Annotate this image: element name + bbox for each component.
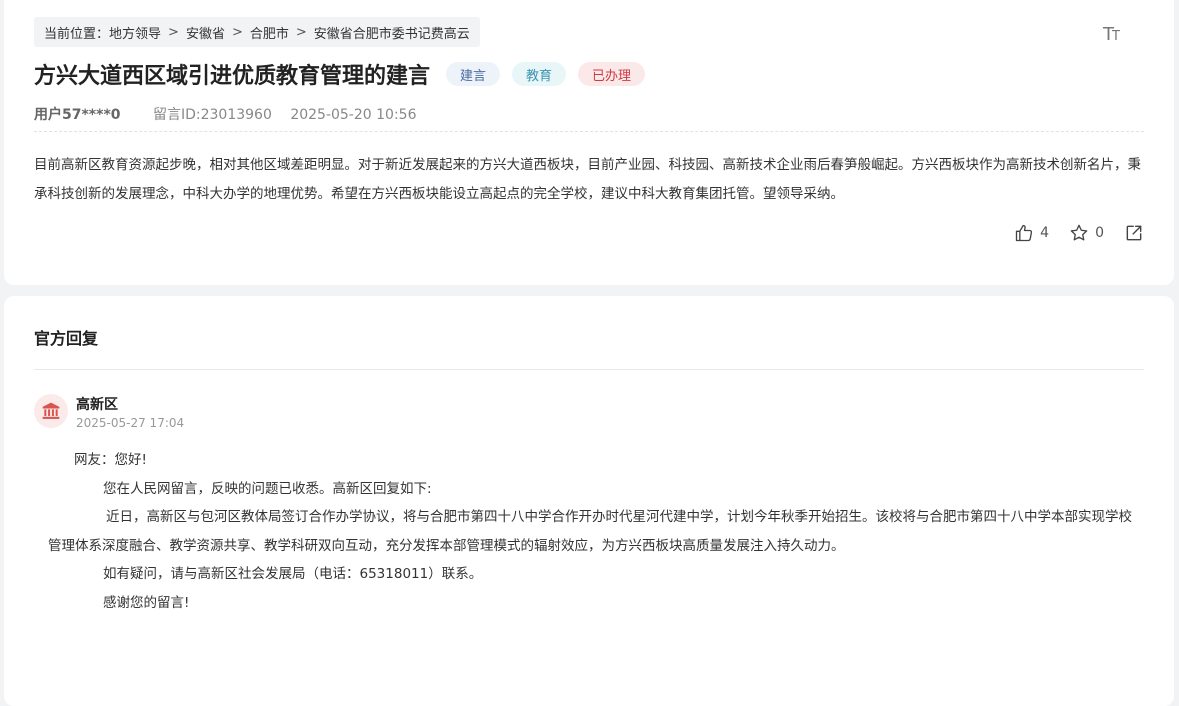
- message-id: 留言ID:23013960: [152, 107, 272, 123]
- government-building-icon: [42, 402, 60, 419]
- reply-heading: 官方回复: [34, 329, 99, 348]
- reply-greeting: 网友：您好!: [74, 452, 147, 468]
- tag-field-badge: 教育: [512, 62, 567, 86]
- page-title: 方兴大道西区域引进优质教育管理的建言: [34, 64, 431, 89]
- reply-body: 网友：您好! 您在人民网留言，反映的问题已收悉。高新区回复如下: 近日，高新区与…: [48, 446, 1144, 617]
- star-icon: [1070, 224, 1088, 241]
- breadcrumb-item-province[interactable]: 安徽省: [186, 23, 225, 42]
- reply-paragraph: 您在人民网留言，反映的问题已收悉。高新区回复如下:: [103, 480, 432, 497]
- breadcrumb-item-leader[interactable]: 安徽省合肥市委书记费高云: [314, 23, 470, 42]
- share-icon: [1126, 225, 1142, 241]
- breadcrumb-prefix: 当前位置：: [44, 26, 110, 42]
- tag-type-badge: 建言: [446, 62, 501, 86]
- official-reply-card: 官方回复 高新区 2025-05-27 17:04 网友：您好! 您在人民网留言…: [4, 296, 1174, 706]
- reply-paragraph: 近日，高新区与包河区教体局签订合作办学协议，将与合肥市第四十八中学合作开办时代星…: [48, 509, 1132, 554]
- breadcrumb-item-local-leaders[interactable]: 地方领导: [109, 23, 161, 42]
- breadcrumb-separator: >: [231, 24, 243, 40]
- title-row: 方兴大道西区域引进优质教育管理的建言 建言 教育 已办理: [34, 58, 646, 90]
- post-meta: 用户57****0 留言ID:23013960 2025-05-20 10:56: [34, 104, 416, 124]
- message-card: 当前位置： 地方领导 > 安徽省 > 合肥市 > 安徽省合肥市委书记费高云 TT…: [4, 0, 1174, 285]
- thumbs-up-icon: [1015, 224, 1033, 242]
- favorite-count: 0: [1095, 225, 1104, 241]
- breadcrumb-separator: >: [295, 24, 307, 40]
- message-content: 目前高新区教育资源起步晚，相对其他区域差距明显。对于新近发展起来的方兴大道西板块…: [34, 157, 1141, 202]
- reply-paragraph: 如有疑问，请与高新区社会发展局（电话：65318011）联系。: [103, 566, 483, 582]
- font-size-icon[interactable]: TT: [1103, 24, 1120, 45]
- favorite-button[interactable]: 0: [1069, 223, 1104, 243]
- action-bar: 4 0: [994, 223, 1144, 243]
- reply-closing: 感谢您的留言!: [103, 594, 190, 611]
- breadcrumb-separator: >: [168, 24, 179, 40]
- divider: [34, 131, 1144, 132]
- author-name[interactable]: 用户57****0: [34, 107, 121, 123]
- reply-org-name: 高新区: [76, 397, 118, 413]
- divider: [34, 369, 1144, 370]
- reply-datetime: 2025-05-27 17:04: [76, 416, 185, 430]
- avatar: [34, 394, 68, 428]
- like-count: 4: [1040, 225, 1050, 241]
- post-datetime: 2025-05-20 10:56: [290, 107, 417, 123]
- status-badge: 已办理: [578, 62, 646, 86]
- share-button[interactable]: [1124, 223, 1144, 243]
- breadcrumb-item-city[interactable]: 合肥市: [250, 23, 289, 42]
- breadcrumb: 当前位置： 地方领导 > 安徽省 > 合肥市 > 安徽省合肥市委书记费高云: [34, 17, 480, 47]
- like-button[interactable]: 4: [1014, 223, 1049, 243]
